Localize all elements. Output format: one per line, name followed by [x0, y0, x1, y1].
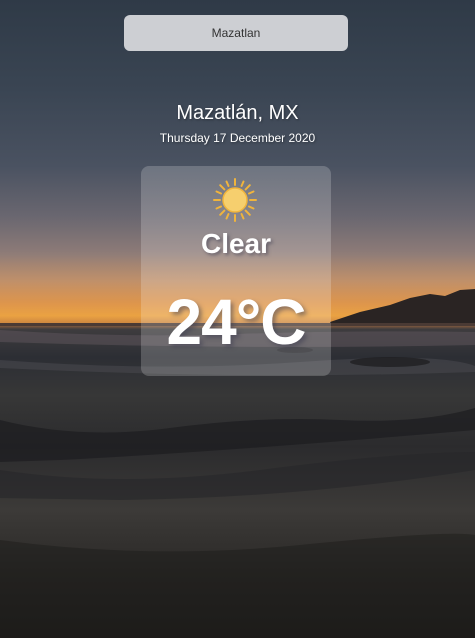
- city-search-input[interactable]: [124, 15, 348, 51]
- weather-condition: Clear: [200, 228, 272, 259]
- sun-icon: [213, 178, 257, 222]
- location-label: Mazatlán, MX: [176, 102, 299, 124]
- temperature-value: 24°C: [166, 286, 307, 358]
- weather-card: Clear 24°C: [141, 166, 331, 376]
- date-label: Thursday 17 December 2020: [159, 131, 316, 145]
